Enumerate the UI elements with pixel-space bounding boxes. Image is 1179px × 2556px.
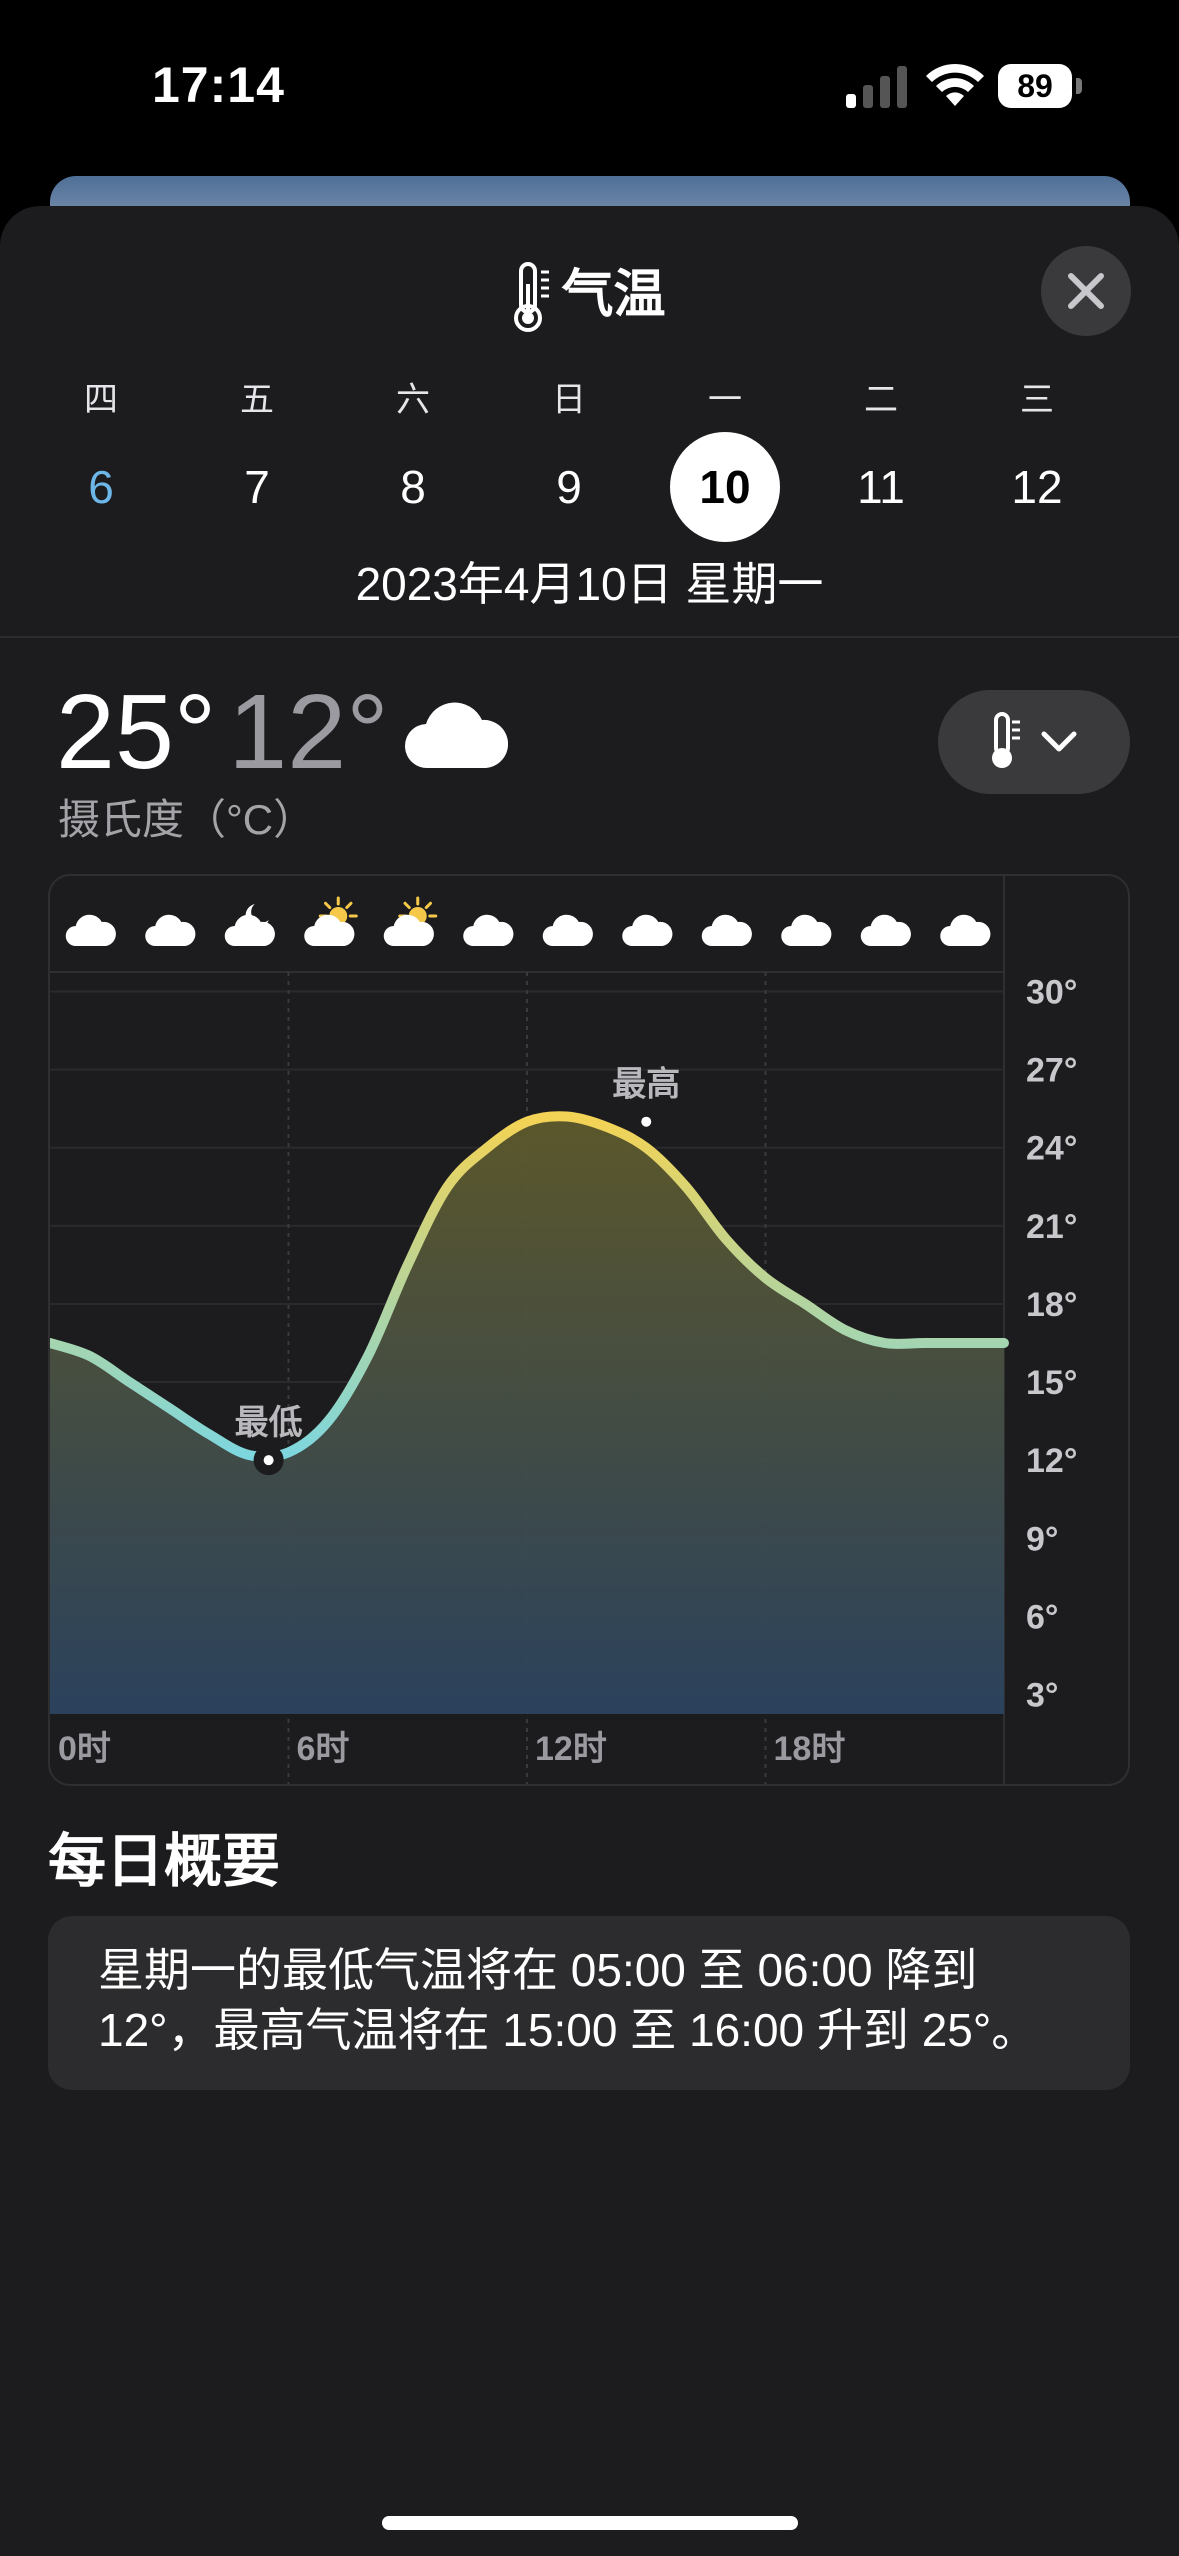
temperature-area xyxy=(50,1116,1004,1714)
cloud-icon xyxy=(781,914,832,946)
summary-text: 星期一的最低气温将在 05:00 至 06:00 降到 12°，最高气温将在 1… xyxy=(98,1944,1038,2056)
cloud-icon xyxy=(65,914,116,946)
cellular-signal-icon xyxy=(846,66,907,108)
metric-toggle-button[interactable] xyxy=(938,690,1130,794)
battery-level: 89 xyxy=(998,64,1072,108)
battery-icon: 89 xyxy=(998,64,1084,108)
cloud-shape xyxy=(145,914,196,946)
divider xyxy=(0,636,1179,638)
cloud-shape xyxy=(940,914,991,946)
weekday-label: 日 xyxy=(552,381,586,419)
selected-date-label: 2023年4月10日 星期一 xyxy=(355,558,824,610)
chevron-down-icon xyxy=(1041,731,1077,752)
weekday-label: 三 xyxy=(1020,381,1054,419)
cloud-shape xyxy=(701,914,752,946)
extreme-marker-dot xyxy=(641,1116,652,1127)
extreme-marker-dot xyxy=(263,1455,274,1466)
y-tick-label: 18° xyxy=(1026,1286,1077,1324)
date-item[interactable]: 9 xyxy=(514,432,624,542)
weekday-label: 六 xyxy=(396,381,430,419)
cloud-shape xyxy=(860,914,911,946)
cloud-shape xyxy=(65,914,116,946)
cloud-shape xyxy=(224,914,275,946)
cloud-moon-icon xyxy=(224,904,275,946)
close-button[interactable] xyxy=(1041,246,1131,336)
cloud-icon xyxy=(860,914,911,946)
date-item[interactable]: 8 xyxy=(358,432,468,542)
cloud-shape xyxy=(542,914,593,946)
weekday-label: 二 xyxy=(864,381,898,419)
date-row: 6 7 8 9 10 11 12 xyxy=(0,432,1179,542)
cloud-sun-icon xyxy=(383,896,438,946)
y-tick-label: 6° xyxy=(1026,1598,1059,1636)
cloud-icon xyxy=(463,914,514,946)
y-tick-label: 3° xyxy=(1026,1676,1059,1714)
close-icon xyxy=(1068,273,1104,309)
weekday-row: 四 五 六 日 一 二 三 xyxy=(0,372,1179,422)
date-item[interactable]: 11 xyxy=(826,432,936,542)
cloud-icon xyxy=(701,914,752,946)
y-tick-label: 24° xyxy=(1026,1130,1077,1168)
weekday-label: 四 xyxy=(84,381,118,419)
x-tick-label: 6时 xyxy=(297,1730,350,1768)
extreme-label: 最高 xyxy=(612,1066,680,1104)
sun-ray xyxy=(424,901,432,910)
cloud-shape xyxy=(781,914,832,946)
y-tick-label: 21° xyxy=(1026,1208,1077,1246)
weekday-label: 一 xyxy=(708,381,742,419)
wifi-icon xyxy=(926,63,984,106)
extreme-label: 最低 xyxy=(235,1404,303,1442)
cloud-shape xyxy=(463,914,514,946)
date-item[interactable]: 7 xyxy=(202,432,312,542)
summary-card: 星期一的最低气温将在 05:00 至 06:00 降到 12°，最高气温将在 1… xyxy=(48,1916,1130,2090)
status-bar: 17:14 89 xyxy=(0,0,1179,170)
cloud-shape xyxy=(304,914,355,946)
cloud-icon xyxy=(940,914,991,946)
summary-heading: 每日概要 xyxy=(48,1829,281,1894)
temperature-chart: 30° 27° 24° 21° 18° 15° 12° 9° 6° 3° 最低 最高 0时 6时 12时 18… xyxy=(48,874,1130,1786)
date-item[interactable]: 12 xyxy=(982,432,1092,542)
sun-ray xyxy=(403,901,411,910)
sun-ray xyxy=(324,901,332,910)
date-item-selected[interactable]: 10 xyxy=(670,432,780,542)
weekday-label: 五 xyxy=(240,381,274,419)
low-temp: 12° xyxy=(228,673,389,791)
y-tick-label: 27° xyxy=(1026,1052,1077,1090)
temperature-overview: 25° 12° xyxy=(56,672,508,792)
y-tick-label: 15° xyxy=(1026,1364,1077,1402)
y-tick-label: 12° xyxy=(1026,1442,1077,1480)
sheet-title: 气温 xyxy=(0,252,1179,334)
status-time: 17:14 xyxy=(152,57,285,113)
y-tick-label: 9° xyxy=(1026,1520,1059,1558)
cloud-shape xyxy=(383,914,434,946)
cloud-shape xyxy=(622,914,673,946)
thermometer-icon xyxy=(514,262,550,333)
x-tick-label: 18时 xyxy=(774,1730,846,1768)
high-temp: 25° xyxy=(56,673,217,791)
date-item[interactable]: 6 xyxy=(46,432,156,542)
sheet-title-text: 气温 xyxy=(561,266,666,324)
thermometer-icon xyxy=(992,712,1020,768)
cloud-icon xyxy=(145,914,196,946)
chart-canvas: 30° 27° 24° 21° 18° 15° 12° 9° 6° 3° 最低 最高 0时 6时 12时 18… xyxy=(50,876,1077,1784)
cloud-icon xyxy=(405,702,508,769)
x-tick-label: 12时 xyxy=(535,1730,607,1768)
sun-ray xyxy=(345,901,353,910)
x-tick-label: 0时 xyxy=(58,1730,111,1768)
cloud-icon xyxy=(622,914,673,946)
home-indicator[interactable] xyxy=(382,2516,798,2530)
cloud-icon xyxy=(542,914,593,946)
cloud-sun-icon xyxy=(304,896,358,946)
y-tick-label: 30° xyxy=(1026,974,1077,1012)
unit-label: 摄氏度（°C） xyxy=(58,796,316,843)
